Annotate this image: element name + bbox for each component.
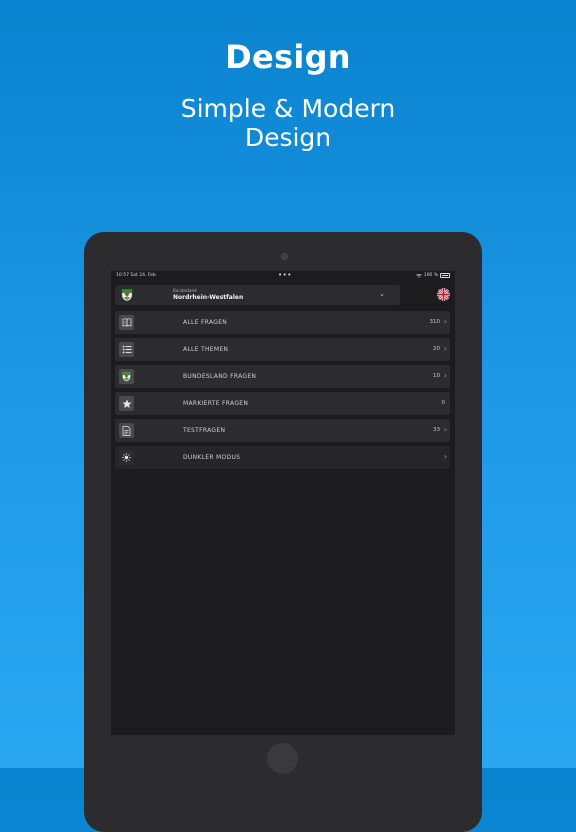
chevron-down-icon[interactable]: ⌄: [379, 290, 385, 298]
menu-item-label: BUNDESLAND FRAGEN: [183, 373, 257, 380]
list-icon: [119, 342, 134, 357]
star-icon: [119, 396, 134, 411]
state-selector-caption: Bundesland: [173, 288, 197, 293]
menu-item-label: DUNKLER MODUS: [183, 454, 241, 461]
uk-flag-icon[interactable]: [437, 288, 450, 301]
promo-subline: Simple & Modern Design: [0, 94, 576, 152]
wifi-icon: [415, 273, 422, 278]
menu-item-bundesland-fragen[interactable]: BUNDESLAND FRAGEN 10 ›: [115, 365, 450, 388]
app-screen: 10:57 Sat 24. Feb ••• 100 % Bundesland N…: [111, 271, 455, 735]
camera-icon: [281, 253, 288, 260]
status-right: 100 %: [415, 273, 450, 278]
menu-item-label: ALLE FRAGEN: [183, 319, 228, 326]
menu-item-label: TESTFRAGEN: [183, 427, 226, 434]
tablet-frame: 10:57 Sat 24. Feb ••• 100 % Bundesland N…: [84, 232, 482, 832]
menu-item-dunkler-modus[interactable]: DUNKLER MODUS ›: [115, 446, 450, 469]
menu-item-alle-fragen[interactable]: ? ALLE FRAGEN 310 ›: [115, 311, 450, 334]
menu-item-count: 10: [433, 373, 440, 379]
menu-item-count: 0: [441, 400, 446, 406]
chevron-right-icon: ›: [443, 344, 447, 353]
menu-item-alle-themen[interactable]: ALLE THEMEN 20 ›: [115, 338, 450, 361]
main-menu: ? ALLE FRAGEN 310 › ALLE THEMEN 20 › BUN…: [115, 311, 450, 473]
status-time: 10:57 Sat 24. Feb: [116, 273, 156, 278]
chevron-right-icon: ›: [443, 452, 447, 461]
sun-icon: [119, 450, 134, 465]
menu-item-count: 33: [433, 427, 440, 433]
promo-subline-line-2: Design: [244, 123, 332, 152]
chevron-right-icon: ›: [443, 317, 447, 326]
state-selector[interactable]: Bundesland Nordrhein-Westfalen ⌄: [115, 285, 400, 305]
menu-item-label: ALLE THEMEN: [183, 346, 229, 353]
multitask-dots-icon[interactable]: •••: [278, 271, 292, 279]
state-selector-value: Nordrhein-Westfalen: [173, 294, 244, 301]
book-icon: ?: [119, 315, 134, 330]
promo-subline-line-1: Simple & Modern: [180, 94, 396, 123]
menu-item-label: MARKIERTE FRAGEN: [183, 400, 249, 407]
chevron-right-icon: ›: [443, 425, 447, 434]
battery-icon: [440, 273, 450, 278]
document-icon: [119, 423, 134, 438]
promo-headline: Design: [225, 38, 351, 76]
battery-percentage: 100 %: [423, 273, 438, 278]
menu-item-markierte-fragen[interactable]: MARKIERTE FRAGEN 0: [115, 392, 450, 415]
nrw-crest-icon: [121, 289, 133, 302]
svg-text:?: ?: [124, 321, 126, 325]
home-button[interactable]: [267, 743, 298, 774]
menu-item-count: 310: [429, 319, 441, 325]
chevron-right-icon: ›: [443, 371, 447, 380]
status-bar: 10:57 Sat 24. Feb ••• 100 %: [111, 271, 455, 281]
menu-item-testfragen[interactable]: TESTFRAGEN 33 ›: [115, 419, 450, 442]
menu-item-count: 20: [433, 346, 440, 352]
nrw-crest-icon: [119, 369, 134, 384]
